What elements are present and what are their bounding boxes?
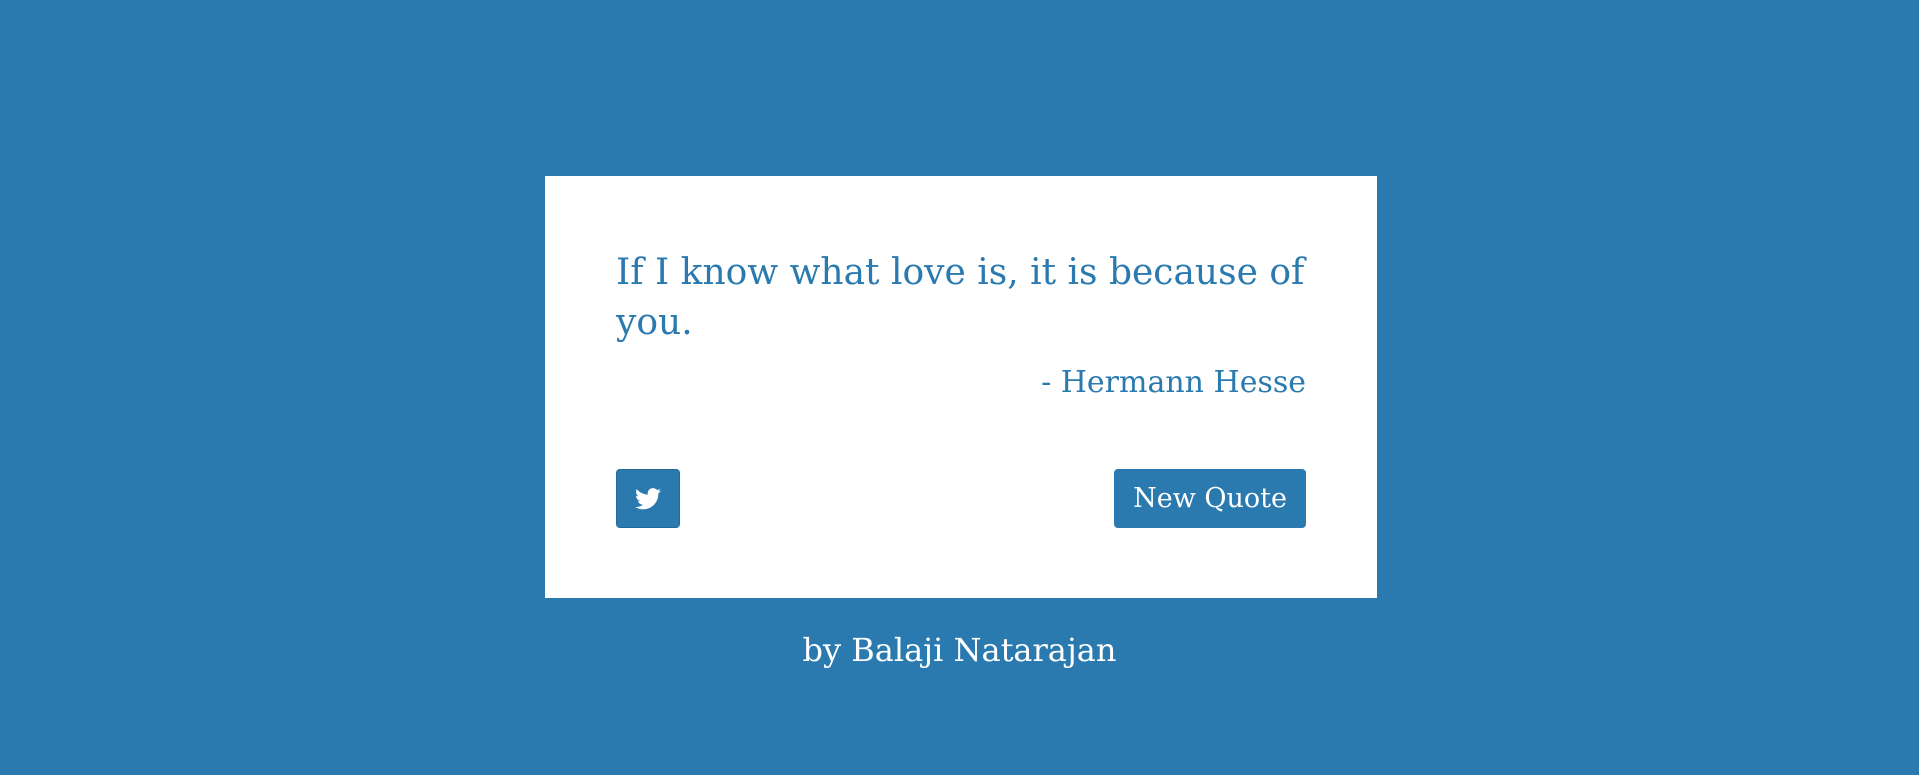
new-quote-button[interactable]: New Quote xyxy=(1114,469,1306,528)
quote-actions: New Quote xyxy=(616,469,1306,528)
quote-text: If I know what love is, it is because of… xyxy=(616,252,1305,343)
quote-box: If I know what love is, it is because of… xyxy=(545,176,1377,598)
author-credit: by Balaji Natarajan xyxy=(802,631,1117,669)
quote-author: - Hermann Hesse xyxy=(1041,365,1306,400)
tweet-button[interactable] xyxy=(616,469,680,528)
twitter-icon xyxy=(635,487,661,509)
